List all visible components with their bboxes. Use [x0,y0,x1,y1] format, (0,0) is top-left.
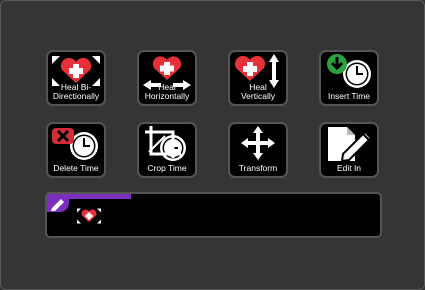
heal-bidirectionally-button[interactable]: Heal Bi- Directionally [46,50,106,106]
transform-button[interactable]: Transform [228,122,288,178]
edit-in-button[interactable]: Edit In [319,122,379,178]
tool-label: Insert Time [327,91,371,101]
pencil-icon [51,199,64,211]
insert-time-icon [327,54,371,88]
tool-label: Heal Bi- Directionally [52,82,100,101]
edit-sequence-panel [45,192,382,238]
transform-icon [241,126,275,160]
insert-time-button[interactable]: Insert Time [319,50,379,106]
tool-label: Edit In [336,163,362,173]
tool-label: Heal Horizontally [144,82,190,101]
crop-time-button[interactable]: Crop Time [137,122,197,178]
edit-in-icon [328,127,373,162]
tool-label: Delete Time [53,163,99,173]
pencil-badge [47,194,69,212]
delete-time-icon [52,128,98,160]
tool-label: Transform [238,163,278,173]
heal-bidirectional-icon[interactable] [75,203,103,229]
delete-time-button[interactable]: Delete Time [46,122,106,178]
heal-vertically-button[interactable]: Heal Vertically [228,50,288,106]
crop-time-icon [145,126,186,161]
tool-label: Heal Vertically [240,82,275,101]
tool-label: Crop Time [147,163,187,173]
heal-horizontally-button[interactable]: Heal Horizontally [137,50,197,106]
